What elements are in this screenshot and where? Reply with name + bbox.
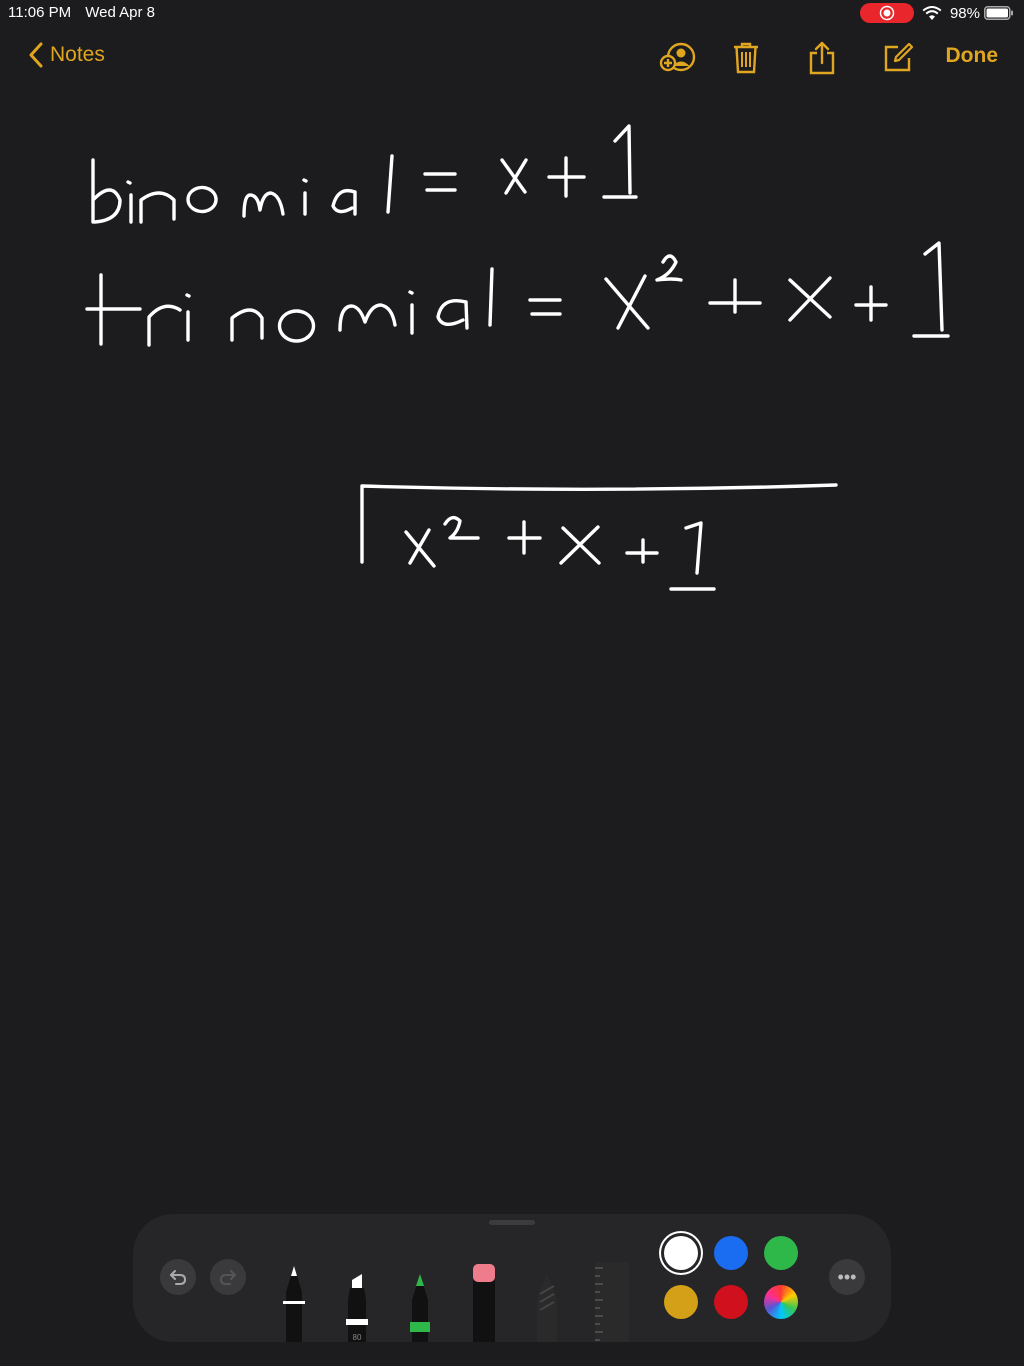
status-right: 98% xyxy=(859,3,1014,23)
color-swatch-blue[interactable] xyxy=(714,1236,748,1270)
handwriting-line-binomial xyxy=(91,124,638,224)
add-person-icon xyxy=(659,42,696,72)
color-swatch-green[interactable] xyxy=(764,1236,798,1270)
delete-button[interactable] xyxy=(726,38,766,78)
marker-size-label: 80 xyxy=(353,1333,362,1342)
status-date: Wed Apr 8 xyxy=(85,4,156,21)
color-swatch-yellow[interactable] xyxy=(664,1285,698,1319)
eraser-tool[interactable] xyxy=(469,1248,499,1342)
share-icon xyxy=(809,41,835,75)
battery-icon xyxy=(984,6,1013,20)
status-left: 11:06 PM Wed Apr 8 xyxy=(8,4,165,21)
battery: 98% xyxy=(950,5,1014,22)
back-button[interactable]: Notes xyxy=(28,42,105,68)
redo-button[interactable] xyxy=(210,1259,246,1295)
more-button[interactable]: ••• xyxy=(829,1259,865,1295)
undo-icon xyxy=(170,1270,187,1285)
markup-toolbar: 80 ••• xyxy=(133,1214,891,1342)
compose-icon xyxy=(884,43,913,72)
wifi-icon xyxy=(922,5,942,20)
ruler-tool[interactable] xyxy=(591,1248,631,1342)
color-wheel-icon[interactable] xyxy=(764,1285,798,1319)
lasso-tool[interactable] xyxy=(532,1248,562,1342)
battery-percent: 98% xyxy=(949,4,980,22)
toolbar-grabber[interactable] xyxy=(489,1220,535,1225)
color-swatch-white[interactable] xyxy=(664,1236,698,1270)
undo-button[interactable] xyxy=(160,1259,196,1295)
redo-icon xyxy=(219,1270,236,1285)
status-time: 11:06 PM xyxy=(8,4,72,21)
chevron-left-icon xyxy=(29,42,43,68)
pen-tool[interactable] xyxy=(279,1248,309,1342)
pencil-tool[interactable] xyxy=(405,1248,435,1342)
handwriting-line-trinomial xyxy=(85,241,950,347)
done-button[interactable]: Done xyxy=(946,44,999,68)
drawing-canvas[interactable] xyxy=(0,90,1024,1200)
color-swatch-red[interactable] xyxy=(714,1285,748,1319)
share-button[interactable] xyxy=(802,38,842,78)
marker-tool[interactable]: 80 xyxy=(342,1248,372,1342)
handwriting-long-division xyxy=(360,483,838,591)
trash-icon xyxy=(734,42,758,74)
screen-recording-indicator[interactable] xyxy=(859,3,914,23)
compose-button[interactable] xyxy=(878,38,918,78)
status-bar: 11:06 PM Wed Apr 8 98% xyxy=(0,0,1024,26)
back-label: Notes xyxy=(50,43,105,66)
record-icon xyxy=(879,5,895,21)
add-people-button[interactable] xyxy=(658,38,698,78)
nav-bar: Notes Done xyxy=(0,30,1024,86)
